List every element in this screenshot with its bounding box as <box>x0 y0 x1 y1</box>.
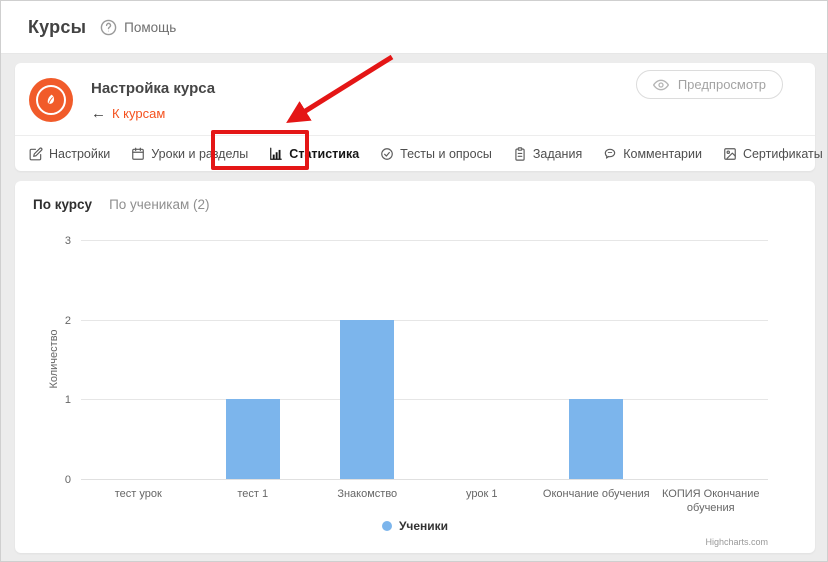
calendar-icon <box>131 147 145 161</box>
help-label: Помощь <box>124 20 176 35</box>
course-settings-card: Настройка курса ← К курсам Предпросмотр <box>15 63 815 171</box>
course-logo <box>29 78 73 122</box>
left-arrow-icon: ← <box>91 105 106 122</box>
stats-tab-bar: По курсу По ученикам (2) <box>15 181 815 212</box>
check-circle-icon <box>380 147 394 161</box>
course-info: Настройка курса ← К курсам <box>91 78 215 135</box>
y-axis-tick: 2 <box>31 315 71 327</box>
page-title: Курсы <box>28 17 86 38</box>
tab-comments[interactable]: Комментарии <box>603 147 702 161</box>
y-axis-title: Количество <box>48 329 60 388</box>
legend-item-students[interactable]: Ученики <box>15 519 815 533</box>
tab-assignments[interactable]: Задания <box>513 147 582 161</box>
gridline-y1 <box>81 399 768 400</box>
tab-label: Сертификаты <box>743 147 823 161</box>
chart-bar[interactable] <box>569 399 623 479</box>
tab-label: Комментарии <box>623 147 702 161</box>
edit-icon <box>29 147 43 161</box>
preview-button[interactable]: Предпросмотр <box>636 70 783 99</box>
top-bar: Курсы Помощь <box>1 1 827 54</box>
x-axis-label: Знакомство <box>310 487 425 501</box>
y-axis-tick: 0 <box>31 474 71 486</box>
tab-settings[interactable]: Настройки <box>29 147 110 161</box>
bar-chart-icon <box>269 147 283 161</box>
gridline-y2 <box>81 320 768 321</box>
leaf-icon <box>36 85 66 115</box>
tab-label: Тесты и опросы <box>400 147 492 161</box>
tab-statistics[interactable]: Статистика <box>269 147 359 161</box>
help-button[interactable]: Помощь <box>100 19 176 36</box>
clipboard-icon <box>513 147 527 161</box>
x-axis-label: тест 1 <box>196 487 311 501</box>
tab-label: Настройки <box>49 147 110 161</box>
x-axis-label: тест урок <box>81 487 196 501</box>
stats-tab-by-students[interactable]: По ученикам (2) <box>109 197 210 212</box>
statistics-card: По курсу По ученикам (2) Количество Учен… <box>15 181 815 553</box>
course-header: Настройка курса ← К курсам Предпросмотр <box>15 63 815 135</box>
tab-label: Задания <box>533 147 582 161</box>
y-axis-tick: 1 <box>31 394 71 406</box>
tab-label: Уроки и разделы <box>151 147 248 161</box>
legend-label: Ученики <box>399 519 448 533</box>
image-icon <box>723 147 737 161</box>
highcharts-credits-link[interactable]: Highcharts.com <box>705 537 768 547</box>
tab-certificates[interactable]: Сертификаты <box>723 147 823 161</box>
back-to-courses-link[interactable]: ← К курсам <box>91 105 215 122</box>
question-circle-icon <box>100 19 117 36</box>
chart-bar[interactable] <box>340 320 394 479</box>
stats-tab-by-course[interactable]: По курсу <box>33 197 92 212</box>
x-axis-label: Окончание обучения <box>539 487 654 501</box>
app-window: Курсы Помощь Настройка курса <box>0 0 828 562</box>
bar-chart: Количество Ученики Highcharts.com 3 2 1 0 те… <box>15 226 815 553</box>
tab-lessons[interactable]: Уроки и разделы <box>131 147 248 161</box>
tab-tests[interactable]: Тесты и опросы <box>380 147 492 161</box>
back-link-label: К курсам <box>112 106 165 121</box>
course-tab-bar: Настройки Уроки и разделы Статистика <box>15 135 815 171</box>
gridline-y0 <box>81 479 768 480</box>
x-axis-label: КОПИЯ Окончание обучения <box>654 487 769 515</box>
eye-icon <box>653 77 669 93</box>
legend-marker <box>382 521 392 531</box>
chart-bar[interactable] <box>226 399 280 479</box>
preview-button-label: Предпросмотр <box>678 77 766 92</box>
comments-icon <box>603 147 617 161</box>
course-title: Настройка курса <box>91 80 215 97</box>
y-axis-tick: 3 <box>31 235 71 247</box>
tab-label: Статистика <box>289 147 359 161</box>
gridline-y3 <box>81 240 768 241</box>
x-axis-label: урок 1 <box>425 487 540 501</box>
